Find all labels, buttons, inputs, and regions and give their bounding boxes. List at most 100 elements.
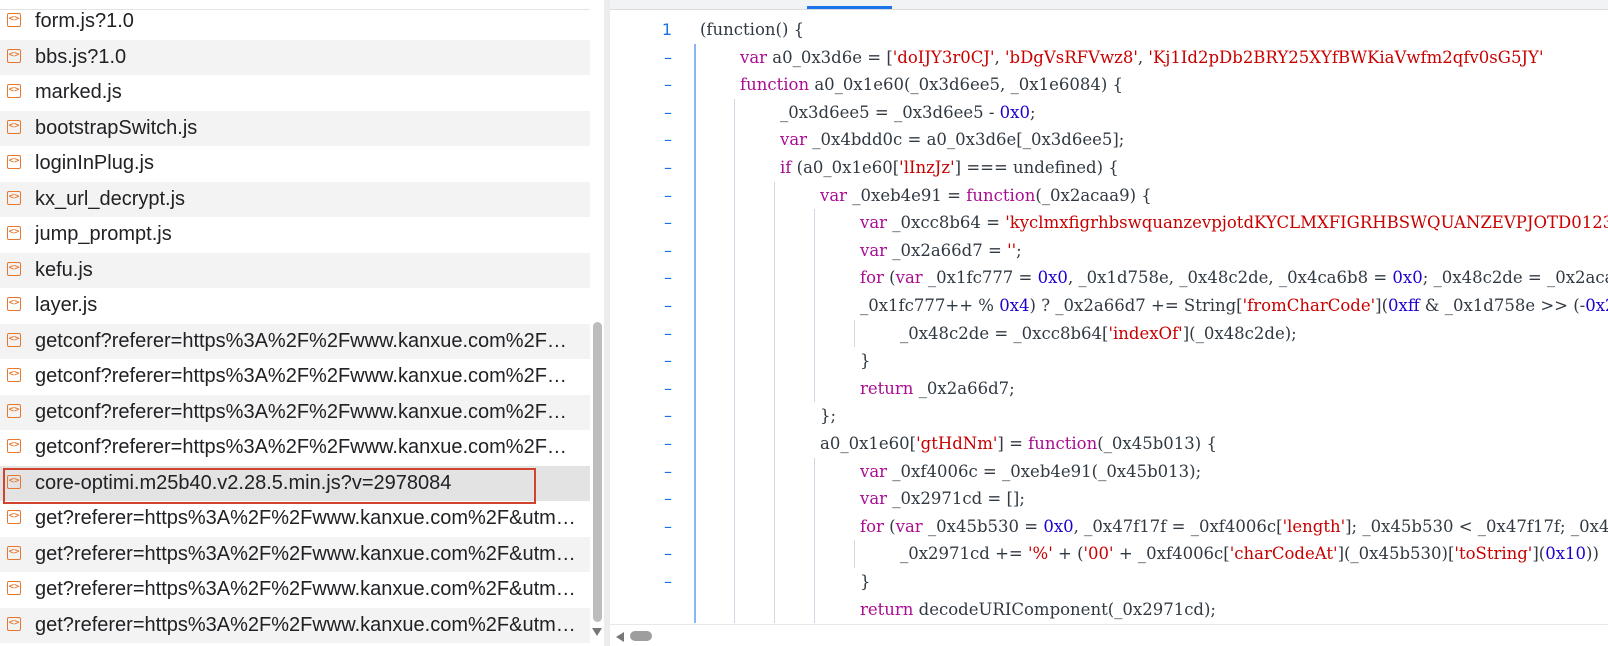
file-name: get?referer=https%3A%2F%2Fwww.kanxue.com… — [35, 507, 580, 529]
file-list-item[interactable]: <> get?referer=https%3A%2F%2Fwww.kanxue.c… — [0, 536, 590, 572]
code-token: 'fromCharCode' — [1242, 296, 1376, 315]
file-list-item[interactable]: <> jump_prompt.js — [0, 217, 590, 253]
code-text: var a0_0x3d6e = ['doIJY3r0CJ', 'bDgVsRFV… — [740, 44, 1543, 72]
code-token: }; — [820, 406, 837, 426]
code-token: _0x3d6ee5 = _0x3d6ee5 - — [780, 102, 1000, 122]
line-number[interactable]: – — [610, 540, 672, 568]
file-name: kefu.js — [35, 258, 93, 281]
indent-guide — [854, 540, 855, 568]
script-file-icon: <> — [7, 616, 21, 631]
code-token: var — [895, 268, 923, 288]
chevron-left-icon[interactable] — [616, 632, 624, 642]
line-number[interactable]: – — [610, 430, 672, 458]
code-editor[interactable]: 1 (function() { – var a0_0x3d6e = ['doIJY3r… — [610, 0, 1608, 646]
file-list-item[interactable]: <> loginInPlug.js — [0, 146, 590, 182]
file-list-item[interactable]: <> getconf?referer=https%3A%2F%2Fwww.kanx… — [0, 430, 590, 466]
code-area[interactable]: 1 (function() { – var a0_0x3d6e = ['doIJY3r… — [610, 16, 1608, 624]
indent-guide — [814, 209, 815, 403]
file-list-item[interactable]: <> get?referer=https%3A%2F%2Fwww.kanxue.c… — [0, 607, 590, 643]
code-text: var _0xcc8b64 = 'kyclmxfigrhbswquanzevpj… — [860, 209, 1608, 237]
editor-hscroll-thumb[interactable] — [630, 631, 652, 641]
file-list-item[interactable]: <> get?referer=https%3A%2F%2Fwww.kanxue.c… — [0, 572, 590, 608]
code-text: } — [860, 347, 871, 375]
file-list-item[interactable]: <> form.js?1.0 — [0, 4, 590, 40]
code-token: _0xf4006c = _0xeb4e91(_0x45b013); — [887, 461, 1202, 481]
code-token: ( — [883, 268, 896, 288]
line-number[interactable]: 1 — [610, 16, 672, 44]
code-token: var — [860, 489, 888, 509]
code-text: var _0xf4006c = _0xeb4e91(_0x45b013); — [860, 458, 1201, 486]
line-number[interactable]: – — [610, 44, 672, 72]
code-line: – return _0x2a66d7; — [610, 375, 1608, 403]
code-token: ) ? _0x2a66d7 += String[ — [1029, 296, 1243, 315]
code-token: for — [860, 516, 884, 536]
line-number[interactable]: – — [610, 568, 672, 596]
code-token: (function() { — [700, 20, 805, 39]
file-list-scroll-thumb[interactable] — [593, 322, 602, 622]
file-list-item-selected[interactable]: <> core-optimi.m25b40.v2.28.5.min.js?v=29… — [0, 465, 590, 501]
code-line: – var _0xf4006c = _0xeb4e91(_0x45b013); — [610, 458, 1608, 486]
line-number[interactable]: – — [610, 264, 672, 292]
line-number[interactable]: – — [610, 126, 672, 154]
line-number[interactable]: – — [610, 402, 672, 430]
file-name: loginInPlug.js — [35, 152, 154, 174]
code-text: var _0x4bdd0c = a0_0x3d6e[_0x3d6ee5]; — [780, 126, 1124, 154]
script-file-icon: <> — [7, 84, 21, 98]
file-name: getconf?referer=https%3A%2F%2Fwww.kanxue… — [35, 365, 580, 387]
indent-guide — [814, 457, 815, 624]
line-number[interactable]: – — [610, 182, 672, 210]
file-list-scrollbar[interactable] — [590, 0, 604, 646]
file-list-item[interactable]: <> getconf?referer=https%3A%2F%2Fwww.kanx… — [0, 394, 590, 430]
code-text: _0x3d6ee5 = _0x3d6ee5 - 0x0; — [780, 99, 1036, 127]
code-token: _0x45b530 = — [922, 516, 1044, 536]
code-token: _0x2971cd = []; — [887, 489, 1025, 509]
file-list-item[interactable]: <> get?referer=https%3A%2F%2Fwww.kanxue.c… — [0, 501, 590, 537]
indent-guide — [734, 98, 735, 624]
code-text: _0x2971cd += '%' + ('00' + _0xf4006c['ch… — [900, 540, 1599, 568]
line-number[interactable]: – — [610, 154, 672, 182]
line-number[interactable]: – — [610, 71, 672, 99]
script-file-icon: <> — [7, 190, 21, 205]
code-token: 'charCodeAt' — [1229, 544, 1338, 564]
line-number[interactable]: – — [610, 375, 672, 403]
script-file-icon: <> — [7, 581, 21, 595]
file-list-item[interactable]: <> getconf?referer=https%3A%2F%2Fwww.kanx… — [0, 323, 590, 359]
line-number[interactable]: – — [610, 209, 672, 237]
line-number[interactable]: – — [610, 347, 672, 375]
code-line: –} — [610, 347, 1608, 375]
script-file-icon: <> — [7, 119, 21, 134]
editor-horizontal-scrollbar[interactable] — [610, 624, 1608, 646]
code-token: , — [994, 47, 1005, 67]
line-number[interactable]: – — [610, 485, 672, 513]
file-list-item[interactable]: <> kx_url_decrypt.js — [0, 181, 590, 217]
code-text: if (a0_0x1e60['lInzJz'] === undefined) { — [780, 154, 1119, 182]
code-line: – for (var _0x45b530 = 0x0, _0x47f17f = _… — [610, 513, 1608, 541]
file-name: get?referer=https%3A%2F%2Fwww.kanxue.com… — [35, 613, 580, 636]
code-token: , _0x1d758e, _0x48c2de, _0x4ca6b8 = — [1067, 268, 1393, 288]
script-file-icon: <> — [7, 474, 21, 489]
file-list-item[interactable]: <> layer.js — [0, 288, 590, 324]
code-line: – var _0x2971cd = []; — [610, 485, 1608, 513]
file-name: kx_url_decrypt.js — [35, 187, 186, 210]
line-number[interactable]: – — [610, 513, 672, 541]
code-token: _0x2971cd += — [900, 544, 1028, 564]
file-list-item[interactable]: <> getconf?referer=https%3A%2F%2Fwww.kanx… — [0, 359, 590, 395]
code-token: 'length' — [1282, 516, 1346, 536]
line-number[interactable]: – — [610, 292, 672, 320]
line-number[interactable]: – — [610, 458, 672, 486]
file-name: bootstrapSwitch.js — [35, 116, 198, 139]
line-number[interactable]: – — [610, 320, 672, 348]
code-token: _0x1fc777 = — [922, 268, 1038, 288]
code-token: 0x10 — [1545, 544, 1587, 564]
code-token: ]; _0x45b530 < _0x47f17f; _0x45b530++) — [1345, 516, 1608, 536]
line-number[interactable]: – — [610, 237, 672, 265]
file-list-item[interactable]: <> kefu.js — [0, 252, 590, 288]
scroll-down-arrow-icon[interactable] — [592, 628, 602, 636]
file-list-item[interactable]: <> marked.js — [0, 75, 590, 111]
line-number[interactable]: – — [610, 99, 672, 127]
code-line: –}; — [610, 402, 1608, 430]
code-token: decodeURIComponent(_0x2971cd); — [913, 599, 1216, 619]
file-list-item[interactable]: <> bbs.js?1.0 — [0, 39, 590, 75]
code-line: – function a0_0x1e60(_0x3d6ee5, _0x1e6084… — [610, 71, 1608, 99]
file-list-item[interactable]: <> bootstrapSwitch.js — [0, 110, 590, 146]
